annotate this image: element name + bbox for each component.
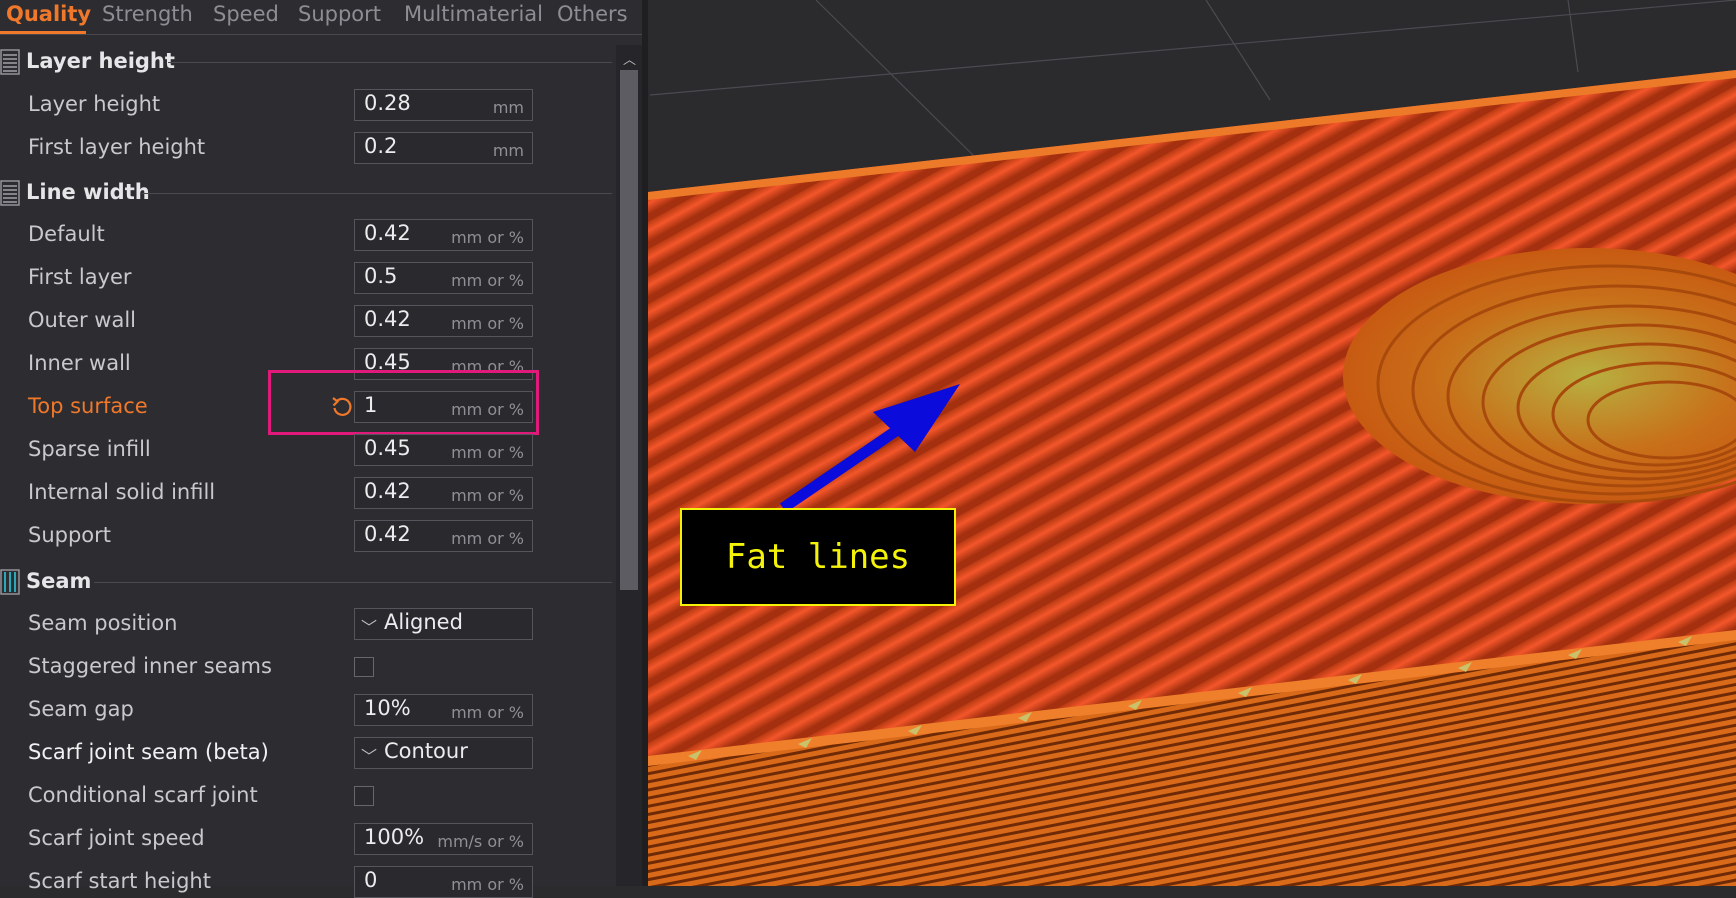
tab-speed[interactable]: Speed bbox=[213, 2, 279, 26]
label-staggered-inner-seams: Staggered inner seams bbox=[28, 654, 272, 678]
first-layer-height-input[interactable]: 0.2 mm bbox=[354, 132, 533, 164]
sparse-infill-line-width-input[interactable]: 0.45 mm or % bbox=[354, 434, 533, 466]
chevron-down-icon: ﹀ bbox=[361, 747, 378, 766]
sliced-model-preview bbox=[648, 0, 1736, 886]
section-title-seam: Seam bbox=[26, 569, 92, 593]
3d-preview-viewport[interactable] bbox=[648, 0, 1736, 886]
chevron-up-icon[interactable]: ︿ bbox=[623, 49, 636, 68]
label-support: Support bbox=[28, 523, 112, 547]
label-seam-position: Seam position bbox=[28, 611, 178, 635]
label-default: Default bbox=[28, 222, 105, 246]
tab-others[interactable]: Others bbox=[557, 2, 628, 26]
conditional-scarf-joint-checkbox[interactable] bbox=[354, 786, 374, 806]
support-line-width-input[interactable]: 0.42 mm or % bbox=[354, 520, 533, 552]
scrollbar-thumb[interactable] bbox=[620, 70, 638, 590]
label-internal-solid-infill: Internal solid infill bbox=[28, 480, 216, 504]
active-tab-indicator bbox=[0, 31, 86, 34]
layer-height-input[interactable]: 0.28 mm bbox=[354, 89, 533, 121]
chevron-down-icon: ﹀ bbox=[361, 618, 378, 637]
seam-gap-input[interactable]: 10% mm or % bbox=[354, 694, 533, 726]
label-outer-wall: Outer wall bbox=[28, 308, 137, 332]
first-layer-line-width-input[interactable]: 0.5 mm or % bbox=[354, 262, 533, 294]
section-divider bbox=[142, 193, 612, 194]
label-sparse-infill: Sparse infill bbox=[28, 437, 151, 461]
seam-bars-icon bbox=[0, 569, 20, 595]
section-title-line-width: Line width bbox=[26, 180, 150, 204]
scarf-start-height-input[interactable]: 0 mm or % bbox=[354, 866, 533, 898]
section-title-layer-height: Layer height bbox=[26, 49, 175, 73]
tab-multimaterial[interactable]: Multimaterial bbox=[404, 2, 543, 26]
scarf-joint-speed-input[interactable]: 100% mm/s or % bbox=[354, 823, 533, 855]
label-conditional-scarf-joint: Conditional scarf joint bbox=[28, 783, 258, 807]
annotation-callout: Fat lines bbox=[680, 508, 956, 606]
settings-panel: Quality Strength Speed Support Multimate… bbox=[0, 0, 642, 898]
scarf-joint-seam-dropdown[interactable]: ﹀ Contour bbox=[354, 737, 533, 769]
internal-solid-infill-line-width-input[interactable]: 0.42 mm or % bbox=[354, 477, 533, 509]
settings-scrollbar[interactable]: ︿ bbox=[616, 45, 642, 886]
section-divider bbox=[94, 582, 612, 583]
tab-quality[interactable]: Quality bbox=[6, 2, 91, 26]
label-scarf-start-height: Scarf start height bbox=[28, 869, 211, 893]
label-first-layer-height: First layer height bbox=[28, 135, 206, 159]
staggered-inner-seams-checkbox[interactable] bbox=[354, 657, 374, 677]
label-first-layer: First layer bbox=[28, 265, 132, 289]
label-layer-height: Layer height bbox=[28, 92, 161, 116]
list-lines-icon bbox=[0, 180, 20, 206]
highlight-box bbox=[268, 370, 539, 435]
label-seam-gap: Seam gap bbox=[28, 697, 134, 721]
outer-wall-line-width-input[interactable]: 0.42 mm or % bbox=[354, 305, 533, 337]
label-scarf-joint-seam: Scarf joint seam (beta) bbox=[28, 740, 269, 764]
tab-strength[interactable]: Strength bbox=[102, 2, 193, 26]
seam-position-dropdown[interactable]: ﹀ Aligned bbox=[354, 608, 533, 640]
label-top-surface: Top surface bbox=[28, 394, 148, 418]
annotation-text: Fat lines bbox=[725, 537, 911, 577]
settings-tabs: Quality Strength Speed Support Multimate… bbox=[0, 0, 642, 35]
section-divider bbox=[168, 62, 612, 63]
default-line-width-input[interactable]: 0.42 mm or % bbox=[354, 219, 533, 251]
label-scarf-joint-speed: Scarf joint speed bbox=[28, 826, 205, 850]
tab-support[interactable]: Support bbox=[298, 2, 381, 26]
list-lines-icon bbox=[0, 49, 20, 75]
label-inner-wall: Inner wall bbox=[28, 351, 131, 375]
